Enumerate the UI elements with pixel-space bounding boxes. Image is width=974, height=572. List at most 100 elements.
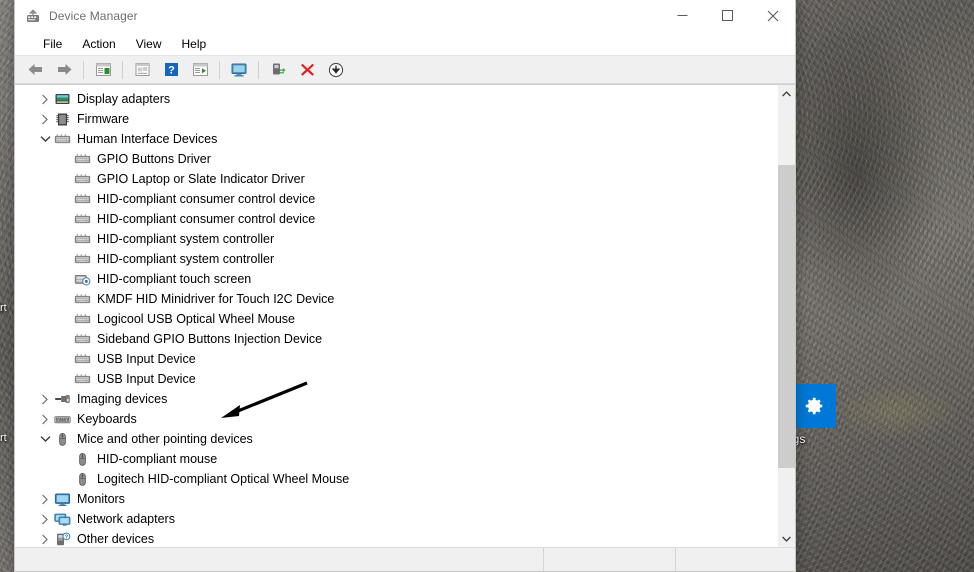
chevron-right-icon[interactable] xyxy=(37,94,53,105)
device-manager-window: Device Manager File Action View Help ? D… xyxy=(14,0,796,572)
chevron-right-icon[interactable] xyxy=(37,394,53,405)
tree-item[interactable]: USB Input Device xyxy=(15,369,777,389)
chevron-right-icon[interactable] xyxy=(37,414,53,425)
tree-item[interactable]: HID-compliant consumer control device xyxy=(15,209,777,229)
chevron-right-icon xyxy=(42,114,48,124)
chevron-down-icon[interactable] xyxy=(37,435,53,443)
hid-icon xyxy=(74,313,90,323)
update-driver-button[interactable] xyxy=(225,57,253,82)
tree-item[interactable]: HID-compliant consumer control device xyxy=(15,189,777,209)
help-question-icon: ? xyxy=(164,63,178,76)
settings-tile[interactable] xyxy=(792,384,836,428)
menu-item-file[interactable]: File xyxy=(33,35,72,53)
hid-icon xyxy=(74,253,90,263)
imaging-device-icon xyxy=(54,394,70,403)
show-hide-action-pane-button[interactable] xyxy=(186,57,214,82)
back-arrow-icon xyxy=(28,64,42,75)
tree-item-label: Other devices xyxy=(77,532,155,546)
tree-item[interactable]: HID-compliant system controller xyxy=(15,249,777,269)
chevron-down-icon xyxy=(40,136,50,142)
tree-item[interactable]: GPIO Laptop or Slate Indicator Driver xyxy=(15,169,777,189)
mouse-icon xyxy=(73,451,91,467)
chevron-right-icon xyxy=(42,534,48,544)
tree-item[interactable]: USB Input Device xyxy=(15,349,777,369)
tree-item[interactable]: ? Other devices xyxy=(15,529,777,547)
menu-item-help[interactable]: Help xyxy=(172,35,217,53)
chevron-right-icon[interactable] xyxy=(37,114,53,125)
menu-item-view[interactable]: View xyxy=(126,35,172,53)
properties-button[interactable] xyxy=(128,57,156,82)
tree-item[interactable]: Logitech HID-compliant Optical Wheel Mou… xyxy=(15,469,777,489)
tree-item[interactable]: Sideband GPIO Buttons Injection Device xyxy=(15,329,777,349)
uninstall-device-button[interactable] xyxy=(293,57,321,82)
tree-item[interactable]: Imaging devices xyxy=(15,389,777,409)
hid-icon xyxy=(53,131,71,147)
help-button[interactable]: ? xyxy=(157,57,185,82)
window-controls xyxy=(660,0,795,31)
maximize-button[interactable] xyxy=(705,0,750,31)
tree-item-label: Human Interface Devices xyxy=(77,132,218,146)
tree-item[interactable]: GPIO Buttons Driver xyxy=(15,149,777,169)
chevron-right-icon xyxy=(42,94,48,104)
show-hide-console-tree-button[interactable] xyxy=(89,57,117,82)
toolbar-separator-2 xyxy=(122,60,123,79)
tree-item[interactable]: Monitors xyxy=(15,489,777,509)
monitor-icon xyxy=(53,491,71,507)
vertical-scrollbar[interactable] xyxy=(777,85,795,547)
scroll-up-button[interactable] xyxy=(778,85,795,102)
tree-item[interactable]: HID-compliant system controller xyxy=(15,229,777,249)
back-button[interactable] xyxy=(21,57,49,82)
display-adapter-icon xyxy=(53,91,71,107)
chevron-right-icon xyxy=(42,494,48,504)
tree-item[interactable]: Network adapters xyxy=(15,509,777,529)
tree-item-label: Network adapters xyxy=(77,512,175,526)
mouse-icon xyxy=(78,452,86,466)
tree-item-label: Keyboards xyxy=(77,412,137,426)
tree-item[interactable]: Keyboards xyxy=(15,409,777,429)
tree-item[interactable]: Display adapters xyxy=(15,89,777,109)
tree-item[interactable]: Mice and other pointing devices xyxy=(15,429,777,449)
hid-icon xyxy=(74,213,90,223)
firmware-icon xyxy=(53,111,71,127)
menu-item-action[interactable]: Action xyxy=(72,35,125,53)
chevron-right-icon[interactable] xyxy=(37,514,53,525)
chevron-down-icon[interactable] xyxy=(37,135,53,143)
tree-item[interactable]: HID-compliant touch screen xyxy=(15,269,777,289)
tree-item-label: Monitors xyxy=(77,492,125,506)
desktop-icon-label-partial-1: rt xyxy=(0,302,7,314)
scan-hardware-icon xyxy=(272,63,286,75)
tree-item[interactable]: KMDF HID Minidriver for Touch I2C Device xyxy=(15,289,777,309)
hid-icon xyxy=(74,333,90,343)
scroll-down-button[interactable] xyxy=(778,530,795,547)
touchscreen-icon xyxy=(73,271,91,287)
disable-device-button[interactable] xyxy=(322,57,350,82)
gear-icon xyxy=(803,395,825,417)
hid-icon xyxy=(74,153,90,163)
tree-item-label: HID-compliant consumer control device xyxy=(97,212,316,226)
hid-icon xyxy=(73,331,91,347)
menu-bar: File Action View Help xyxy=(15,32,795,55)
tree-item-label: GPIO Buttons Driver xyxy=(97,152,211,166)
tree-item[interactable]: HID-compliant mouse xyxy=(15,449,777,469)
tree-item[interactable]: Logicool USB Optical Wheel Mouse xyxy=(15,309,777,329)
scan-hardware-changes-button[interactable] xyxy=(264,57,292,82)
monitor-icon xyxy=(231,63,247,76)
hid-icon xyxy=(74,233,90,243)
toolbar: ? xyxy=(15,55,795,84)
scrollbar-thumb[interactable] xyxy=(778,165,795,468)
device-tree[interactable]: Display adapters Firmware Human Interface … xyxy=(15,85,777,547)
tree-item[interactable]: Human Interface Devices xyxy=(15,129,777,149)
hid-icon xyxy=(73,211,91,227)
minimize-button[interactable] xyxy=(660,0,705,31)
close-button[interactable] xyxy=(750,0,795,31)
tree-item[interactable]: Firmware xyxy=(15,109,777,129)
chevron-right-icon[interactable] xyxy=(37,494,53,505)
title-bar[interactable]: Device Manager xyxy=(15,0,795,32)
chevron-right-icon xyxy=(42,394,48,404)
forward-button[interactable] xyxy=(50,57,78,82)
imaging-device-icon xyxy=(53,391,71,407)
chevron-right-icon[interactable] xyxy=(37,534,53,545)
action-pane-icon xyxy=(192,63,208,76)
hid-icon xyxy=(73,171,91,187)
other-device-icon: ? xyxy=(53,531,71,547)
